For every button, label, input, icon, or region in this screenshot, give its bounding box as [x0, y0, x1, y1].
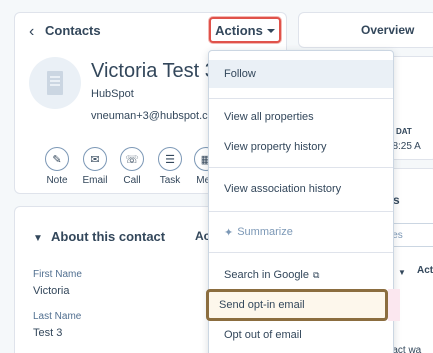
note-icon: ✎: [45, 147, 69, 171]
menu-item-send-opt-in-email[interactable]: Send opt-in email: [206, 289, 388, 321]
caret-down-icon[interactable]: ▼: [398, 268, 406, 277]
contact-company[interactable]: HubSpot: [91, 88, 134, 100]
send-opt-in-email-label: Send opt-in email: [219, 299, 305, 311]
menu-item-summarize[interactable]: ✦ Summarize: [209, 218, 393, 246]
last-name-value[interactable]: Test 3: [33, 327, 62, 339]
email-label: Email: [82, 175, 108, 186]
overview-label: Overview: [361, 23, 415, 37]
menu-item-view-all-properties[interactable]: View all properties: [209, 103, 393, 131]
menu-divider: [209, 167, 393, 168]
first-name-value[interactable]: Victoria: [33, 285, 69, 297]
email-action[interactable]: ✉ Email: [81, 147, 109, 186]
external-link-icon: ⧉: [313, 269, 320, 280]
view-association-history-label: View association history: [224, 183, 342, 195]
about-title[interactable]: About this contact: [51, 229, 165, 244]
chevron-down-icon[interactable]: ▼: [33, 233, 43, 244]
highlight-band: [388, 289, 400, 321]
last-name-label: Last Name: [33, 311, 82, 322]
caret-down-icon: [266, 29, 275, 33]
contact-name: Victoria Test 3: [91, 60, 216, 82]
contact-email[interactable]: vneuman+3@hubspot.co: [91, 110, 214, 122]
actions-button[interactable]: Actions: [209, 17, 281, 43]
tab-overview[interactable]: Overview: [298, 12, 433, 48]
task-label: Task: [159, 175, 181, 186]
chevron-left-icon[interactable]: ‹: [29, 23, 34, 41]
view-all-properties-label: View all properties: [224, 111, 314, 123]
sparkle-icon: ✦: [224, 226, 234, 239]
building-icon: [47, 71, 63, 95]
activity-filter[interactable]: Act: [417, 265, 433, 276]
task-action[interactable]: ☰ Task: [156, 147, 184, 186]
menu-divider: [209, 252, 393, 253]
note-action[interactable]: ✎ Note: [43, 147, 71, 186]
call-label: Call: [123, 175, 141, 186]
call-action[interactable]: ☏ Call: [118, 147, 146, 186]
back-to-contacts-link[interactable]: Contacts: [45, 23, 101, 38]
menu-item-follow[interactable]: Follow: [209, 60, 393, 88]
view-property-history-label: View property history: [224, 141, 327, 153]
envelope-icon: ✉: [83, 147, 107, 171]
first-name-label: First Name: [33, 269, 82, 280]
menu-item-opt-out-of-email[interactable]: Opt out of email: [209, 321, 393, 349]
note-label: Note: [46, 175, 68, 186]
menu-item-view-association-history[interactable]: View association history: [209, 175, 393, 203]
menu-divider: [209, 211, 393, 212]
phone-icon: ☏: [120, 147, 144, 171]
summarize-label: Summarize: [237, 226, 293, 238]
menu-item-view-property-history[interactable]: View property history: [209, 133, 393, 161]
search-in-google-label: Search in Google: [224, 269, 309, 281]
company-avatar: [29, 57, 81, 109]
task-list-icon: ☰: [158, 147, 182, 171]
menu-item-search-in-google[interactable]: Search in Google ⧉: [209, 261, 393, 289]
follow-label: Follow: [224, 68, 256, 80]
opt-out-of-email-label: Opt out of email: [224, 329, 302, 341]
actions-label: Actions: [215, 22, 263, 38]
menu-divider: [209, 98, 393, 99]
